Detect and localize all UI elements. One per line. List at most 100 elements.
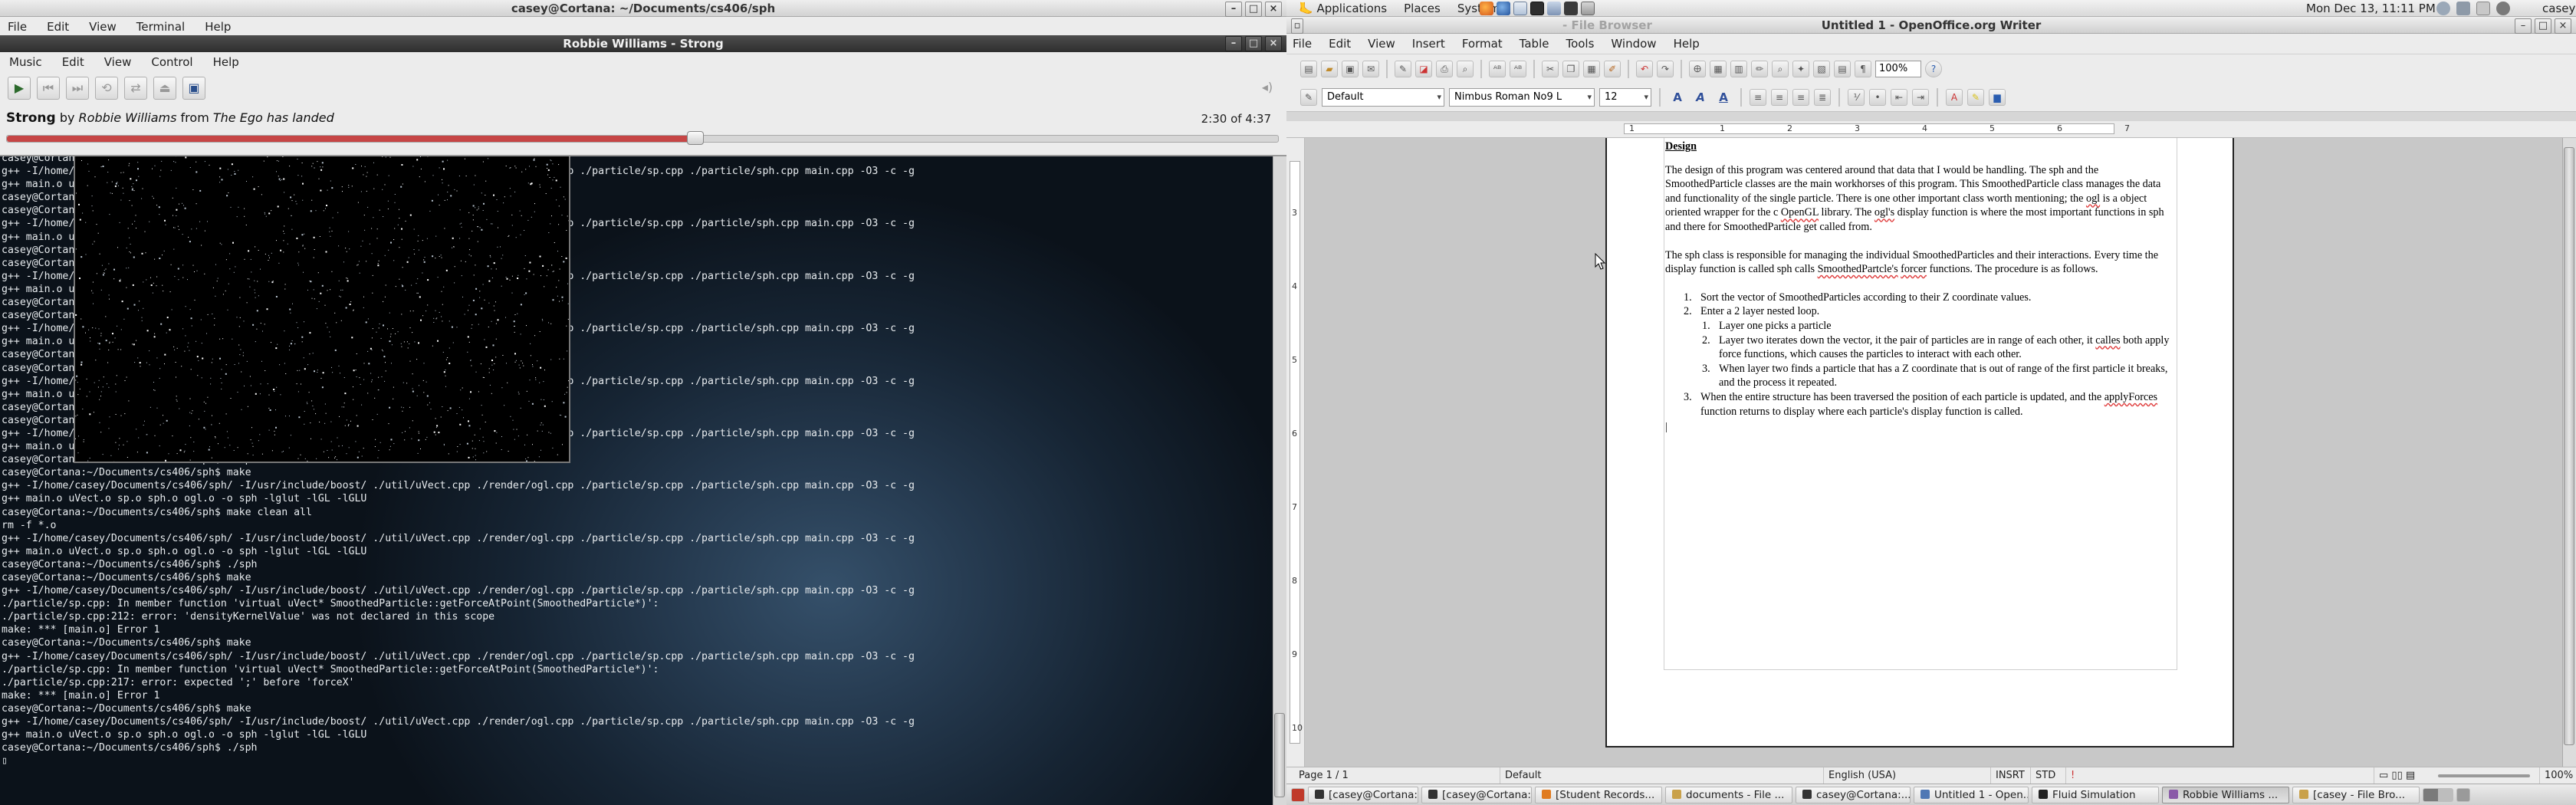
applications-menu[interactable]: 🦶 Applications <box>1299 0 1387 17</box>
seek-handle[interactable] <box>687 131 705 145</box>
task-fluid-simulation[interactable]: Fluid Simulation <box>2032 786 2159 803</box>
screenshot-icon[interactable] <box>1547 2 1561 15</box>
bold-icon[interactable]: A <box>1668 88 1687 107</box>
font-size-combo[interactable]: 12 <box>1599 87 1651 107</box>
menu-edit[interactable]: Edit <box>62 52 84 72</box>
menu-control[interactable]: Control <box>151 52 192 72</box>
places-menu[interactable]: Places <box>1404 0 1441 17</box>
horizontal-ruler[interactable]: 1 1 2 3 4 5 6 7 <box>1286 121 2576 138</box>
highlight-icon[interactable]: ✎ <box>1967 88 1984 106</box>
paragraph-style-combo[interactable]: Default <box>1322 87 1444 107</box>
increase-indent-icon[interactable]: ⇥ <box>1912 88 1929 106</box>
task-file-browser[interactable]: documents - File ... <box>1665 786 1792 803</box>
justify-icon[interactable]: ≣ <box>1814 88 1831 106</box>
paste-icon[interactable]: ▦ <box>1583 60 1600 77</box>
terminal-titlebar[interactable]: casey@Cortana: ~/Documents/cs406/sph – □… <box>0 0 1286 17</box>
workspace-switcher-icon[interactable] <box>2423 787 2453 802</box>
document-vertical-thumb[interactable] <box>2564 147 2574 745</box>
draw-functions-icon[interactable]: ✏ <box>1751 60 1768 77</box>
document-modified-icon[interactable]: ! <box>2065 767 2075 784</box>
close-button[interactable]: × <box>1265 2 1282 17</box>
vertical-ruler[interactable]: 3 4 5 6 7 8 9 10 <box>1286 138 1305 767</box>
next-icon[interactable]: ⏭ <box>66 77 89 100</box>
status-selection-mode[interactable]: STD <box>2030 767 2055 784</box>
spell-error[interactable]: ogl's <box>1875 206 1894 219</box>
close-button[interactable]: × <box>2555 18 2571 34</box>
task-file-browser[interactable]: [casey - File Bro... <box>2292 786 2420 803</box>
play-icon[interactable]: ▶ <box>8 77 31 100</box>
task-terminal[interactable]: [casey@Cortana:... <box>1308 786 1418 803</box>
zoom-combo[interactable]: 100% <box>1875 60 1921 77</box>
fluid-simulation-window[interactable] <box>74 150 570 463</box>
spell-error[interactable]: applyForces <box>2104 391 2157 403</box>
autospell-icon[interactable]: ᴬᴮ <box>1510 60 1526 77</box>
undo-icon[interactable]: ↶ <box>1636 60 1653 77</box>
shuffle-icon[interactable]: ⇄ <box>124 77 147 100</box>
task-terminal[interactable]: casey@Cortana:... <box>1796 786 1911 803</box>
maximize-button[interactable]: □ <box>2535 18 2551 34</box>
menu-view[interactable]: View <box>104 52 132 72</box>
spellcheck-icon[interactable]: ᴬᴮ <box>1489 60 1506 77</box>
close-button[interactable]: × <box>1265 36 1282 51</box>
underline-icon[interactable]: A <box>1714 88 1733 107</box>
align-right-icon[interactable]: ≡ <box>1792 88 1809 106</box>
align-center-icon[interactable]: ≡ <box>1771 88 1788 106</box>
presentation-icon[interactable] <box>1564 2 1578 15</box>
page[interactable]: Design The design of this program was ce… <box>1605 138 2234 748</box>
panel-clock[interactable]: Mon Dec 13, 11:11 PM <box>2306 0 2436 17</box>
terminal-scroll-thumb[interactable] <box>1274 713 1285 797</box>
menu-edit[interactable]: Edit <box>47 17 69 36</box>
menu-file[interactable]: File <box>1293 34 1312 54</box>
format-paintbrush-icon[interactable]: ✐ <box>1604 60 1621 77</box>
browser-icon[interactable] <box>1497 2 1510 15</box>
window-menu-button[interactable]: ▫ <box>1291 18 1303 34</box>
status-language[interactable]: English (USA) <box>1823 767 1896 784</box>
menu-insert[interactable]: Insert <box>1412 34 1445 54</box>
open-folder-icon[interactable]: ▰ <box>1321 60 1338 77</box>
status-style[interactable]: Default <box>1500 767 1542 784</box>
mail-icon[interactable]: ✉ <box>1362 60 1379 77</box>
maximize-button[interactable]: □ <box>1245 36 1262 51</box>
terminal-icon[interactable] <box>1530 2 1544 15</box>
nonprinting-chars-icon[interactable]: ¶ <box>1855 60 1871 77</box>
chart-icon[interactable]: ▥ <box>1730 60 1747 77</box>
cut-icon[interactable]: ✂ <box>1542 60 1559 77</box>
mail-icon[interactable] <box>1513 2 1527 15</box>
menu-view[interactable]: View <box>1368 34 1395 54</box>
repeat-icon[interactable]: ⟲ <box>95 77 118 100</box>
eject-icon[interactable]: ⏏ <box>153 77 176 100</box>
zoom-slider[interactable] <box>2438 774 2530 777</box>
edit-file-icon[interactable]: ✎ <box>1395 60 1411 77</box>
menu-tools[interactable]: Tools <box>1566 34 1594 54</box>
spell-error[interactable]: ogl <box>2086 192 2100 205</box>
calculator-icon[interactable] <box>1581 2 1595 15</box>
print-preview-icon[interactable]: ⌕ <box>1457 60 1474 77</box>
menu-edit[interactable]: Edit <box>1329 34 1351 54</box>
navigator-icon[interactable]: ✦ <box>1792 60 1809 77</box>
minimize-button[interactable]: – <box>1225 2 1242 17</box>
menu-window[interactable]: Window <box>1611 34 1656 54</box>
export-pdf-icon[interactable]: ◪ <box>1415 60 1432 77</box>
menu-format[interactable]: Format <box>1462 34 1503 54</box>
help-icon[interactable]: ? <box>1925 60 1942 77</box>
decrease-indent-icon[interactable]: ⇤ <box>1891 88 1907 106</box>
firefox-icon[interactable] <box>1480 2 1493 15</box>
menu-help[interactable]: Help <box>1674 34 1700 54</box>
align-left-icon[interactable]: ≡ <box>1750 88 1766 106</box>
gallery-icon[interactable]: ▧ <box>1813 60 1830 77</box>
task-writer[interactable]: Untitled 1 - Open... <box>1914 786 2029 803</box>
minimize-button[interactable]: – <box>1225 36 1242 51</box>
power-icon[interactable] <box>2496 2 2510 15</box>
status-zoom[interactable]: 100% <box>2539 767 2573 784</box>
panel-user[interactable]: casey <box>2542 0 2575 17</box>
maximize-button[interactable]: □ <box>1245 2 1262 17</box>
table-icon[interactable]: ▦ <box>1710 60 1727 77</box>
data-sources-icon[interactable]: ▤ <box>1834 60 1851 77</box>
redo-icon[interactable]: ↷ <box>1657 60 1674 77</box>
menu-music[interactable]: Music <box>9 52 42 72</box>
network-icon[interactable] <box>2436 2 2450 15</box>
font-name-combo[interactable]: Nimbus Roman No9 L <box>1449 87 1595 107</box>
task-terminal[interactable]: [casey@Cortana:... <box>1421 786 1532 803</box>
music-player-window[interactable]: Robbie Williams - Strong – □ × Music Edi… <box>0 35 1286 156</box>
menu-file[interactable]: File <box>8 17 27 36</box>
